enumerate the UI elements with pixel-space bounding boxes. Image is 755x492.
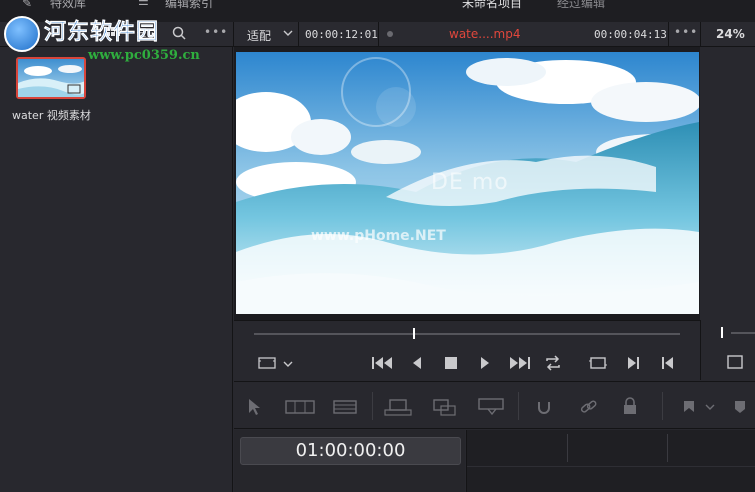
timeline-scrubber-track[interactable] xyxy=(731,332,755,334)
video-url-text: www.pHome.NET xyxy=(311,228,446,244)
flag-icon[interactable] xyxy=(683,400,695,414)
go-to-end-icon[interactable] xyxy=(508,356,530,370)
video-demo-text: DE mo xyxy=(431,170,509,195)
pointer-icon[interactable] xyxy=(247,398,261,416)
source-timecode: 00:00:12:01 xyxy=(305,28,378,41)
timeline-ruler[interactable] xyxy=(466,430,755,492)
blade-icon[interactable] xyxy=(333,400,357,414)
transport-bar xyxy=(234,320,700,380)
site-watermark-title: 河东软件园 xyxy=(44,20,160,46)
insert-clip-icon[interactable] xyxy=(384,398,412,416)
play-icon[interactable] xyxy=(479,356,491,370)
loop-icon[interactable] xyxy=(544,355,562,371)
track-divider xyxy=(467,466,755,467)
viewer-mode-icon[interactable] xyxy=(258,357,276,369)
marker-icon[interactable] xyxy=(734,400,746,414)
clip-name: wate....mp4 xyxy=(449,27,521,41)
linked-selection-icon[interactable] xyxy=(580,399,598,415)
list-icon[interactable]: ☰ xyxy=(138,0,149,8)
previous-clip-icon[interactable] xyxy=(661,356,675,370)
stop-icon[interactable] xyxy=(445,357,457,369)
edited-status: 经过编辑 xyxy=(557,0,606,10)
dot-indicator-icon xyxy=(387,31,393,37)
video-preview[interactable]: DE mo www.pHome.NET xyxy=(236,52,699,314)
playhead-handle[interactable] xyxy=(413,328,415,339)
fullscreen-icon[interactable] xyxy=(727,355,743,369)
site-watermark: 河东软件园 www.pc0359.cn xyxy=(4,10,214,70)
chevron-down-icon[interactable] xyxy=(283,361,293,368)
project-title: 未命名项目 xyxy=(462,0,523,10)
fit-dropdown[interactable]: 适配 xyxy=(247,27,271,44)
snapping-icon[interactable] xyxy=(536,399,552,415)
overwrite-clip-icon[interactable] xyxy=(433,398,457,416)
ruler-tick xyxy=(667,434,668,462)
ruler-tick xyxy=(567,434,568,462)
chevron-down-icon[interactable] xyxy=(283,30,293,37)
lock-icon[interactable] xyxy=(622,397,638,415)
site-logo-icon xyxy=(4,16,40,52)
replace-clip-icon[interactable] xyxy=(478,397,506,417)
timeline-scrubber-handle[interactable] xyxy=(721,327,723,338)
match-frame-icon[interactable] xyxy=(589,356,607,370)
clip-duration: 00:00:04:13 xyxy=(594,28,667,41)
timeline-viewer-panel xyxy=(700,320,755,380)
zoom-level[interactable]: 24% xyxy=(716,27,745,41)
site-watermark-url: www.pc0359.cn xyxy=(88,48,200,63)
edit-tools-bar xyxy=(234,381,755,429)
trim-icon[interactable] xyxy=(285,399,315,415)
timeline-timecode[interactable]: 01:00:00:00 xyxy=(240,437,461,465)
next-clip-icon[interactable] xyxy=(627,356,641,370)
step-back-icon[interactable] xyxy=(411,356,423,370)
viewer-options-icon[interactable]: ••• xyxy=(674,25,698,39)
pen-icon[interactable]: ✎ xyxy=(22,0,32,10)
clip-label: water 视频素材 xyxy=(12,109,91,122)
scrubber-track[interactable] xyxy=(254,333,680,335)
go-to-start-icon[interactable] xyxy=(372,356,394,370)
chevron-down-icon[interactable] xyxy=(705,404,715,411)
